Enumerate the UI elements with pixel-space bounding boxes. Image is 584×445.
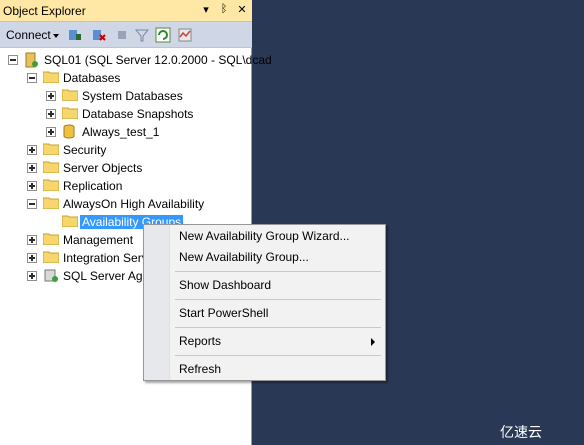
watermark: 亿速云	[500, 424, 542, 440]
connect-button[interactable]: Connect	[6, 28, 59, 42]
menu-item-show-dashboard[interactable]: Show Dashboard	[179, 278, 271, 292]
close-icon[interactable]: ✕	[236, 3, 248, 16]
folder-icon	[43, 161, 59, 173]
tree-node-alwayson[interactable]: AlwaysOn High Availability	[0, 195, 252, 213]
server-icon	[25, 52, 38, 68]
server-label: SQL01 (SQL Server 12.0.2000 - SQL\dcad	[44, 53, 272, 67]
tree-node-security[interactable]: Security	[0, 141, 252, 159]
expand-toggle[interactable]	[46, 127, 56, 137]
menu-separator	[175, 299, 381, 300]
folder-icon	[43, 71, 59, 83]
context-menu: New Availability Group Wizard... New Ava…	[143, 224, 386, 381]
menu-item-start-powershell[interactable]: Start PowerShell	[179, 306, 268, 320]
collapse-toggle[interactable]	[8, 55, 18, 65]
expand-toggle[interactable]	[46, 91, 56, 101]
folder-icon	[62, 89, 78, 101]
expand-toggle[interactable]	[27, 271, 37, 281]
tree-node-server[interactable]: SQL01 (SQL Server 12.0.2000 - SQL\dcad	[0, 51, 272, 69]
refresh-icon[interactable]	[155, 27, 171, 43]
window-position-dropdown-icon[interactable]: ▾	[200, 3, 212, 16]
alwayson-label: AlwaysOn High Availability	[63, 197, 205, 211]
security-label: Security	[63, 143, 107, 157]
menu-item-new-ag-wizard[interactable]: New Availability Group Wizard...	[179, 229, 350, 243]
tree-node-database-snapshots[interactable]: Database Snapshots	[0, 105, 252, 123]
stop-icon[interactable]	[114, 27, 130, 43]
tree-node-replication[interactable]: Replication	[0, 177, 252, 195]
database-icon	[63, 124, 75, 139]
disconnect-icon[interactable]	[91, 27, 107, 43]
database-snapshots-label: Database Snapshots	[82, 107, 194, 121]
folder-icon	[43, 143, 59, 155]
tree-node-system-databases[interactable]: System Databases	[0, 87, 252, 105]
object-explorer-title-bar: Object Explorer ▾ ᛒ ✕	[0, 0, 252, 22]
activity-monitor-icon[interactable]	[177, 27, 193, 43]
expand-toggle[interactable]	[27, 235, 37, 245]
submenu-arrow-icon	[371, 338, 375, 346]
connect-object-explorer-icon[interactable]	[67, 27, 83, 43]
expand-toggle[interactable]	[27, 145, 37, 155]
menu-item-refresh[interactable]: Refresh	[179, 362, 221, 376]
tree-node-always-test[interactable]: Always_test_1	[0, 123, 252, 141]
tree-node-server-objects[interactable]: Server Objects	[0, 159, 252, 177]
folder-icon	[62, 107, 78, 119]
pin-icon[interactable]: ᛒ	[218, 3, 230, 16]
sql-agent-icon	[44, 269, 58, 282]
server-objects-label: Server Objects	[63, 161, 143, 175]
chevron-down-icon	[52, 33, 59, 38]
expand-toggle[interactable]	[46, 109, 56, 119]
menu-icon-gutter	[144, 225, 170, 380]
collapse-toggle[interactable]	[27, 199, 37, 209]
sql-server-agent-label: SQL Server Age	[63, 269, 150, 283]
connect-label: Connect	[6, 28, 51, 42]
panel-title: Object Explorer	[3, 4, 86, 18]
collapse-toggle[interactable]	[27, 73, 37, 83]
menu-item-reports[interactable]: Reports	[179, 334, 221, 348]
replication-label: Replication	[63, 179, 123, 193]
menu-separator	[175, 327, 381, 328]
folder-icon	[43, 197, 59, 209]
databases-label: Databases	[63, 71, 121, 85]
integration-services-label: Integration Servi	[63, 251, 151, 265]
expand-toggle[interactable]	[27, 253, 37, 263]
object-explorer-toolbar: Connect	[0, 22, 252, 48]
always-test-label: Always_test_1	[82, 125, 160, 139]
menu-item-new-ag[interactable]: New Availability Group...	[179, 250, 309, 264]
system-databases-label: System Databases	[82, 89, 183, 103]
folder-icon	[43, 251, 59, 263]
folder-icon	[43, 233, 59, 245]
management-label: Management	[63, 233, 134, 247]
filter-icon[interactable]	[134, 27, 150, 43]
folder-icon	[43, 179, 59, 191]
expand-toggle[interactable]	[27, 163, 37, 173]
folder-icon	[62, 215, 78, 227]
menu-separator	[175, 271, 381, 272]
expand-toggle[interactable]	[27, 181, 37, 191]
menu-separator	[175, 355, 381, 356]
tree-node-databases[interactable]: Databases	[0, 69, 252, 87]
title-bar-buttons: ▾ ᛒ ✕	[200, 3, 248, 16]
